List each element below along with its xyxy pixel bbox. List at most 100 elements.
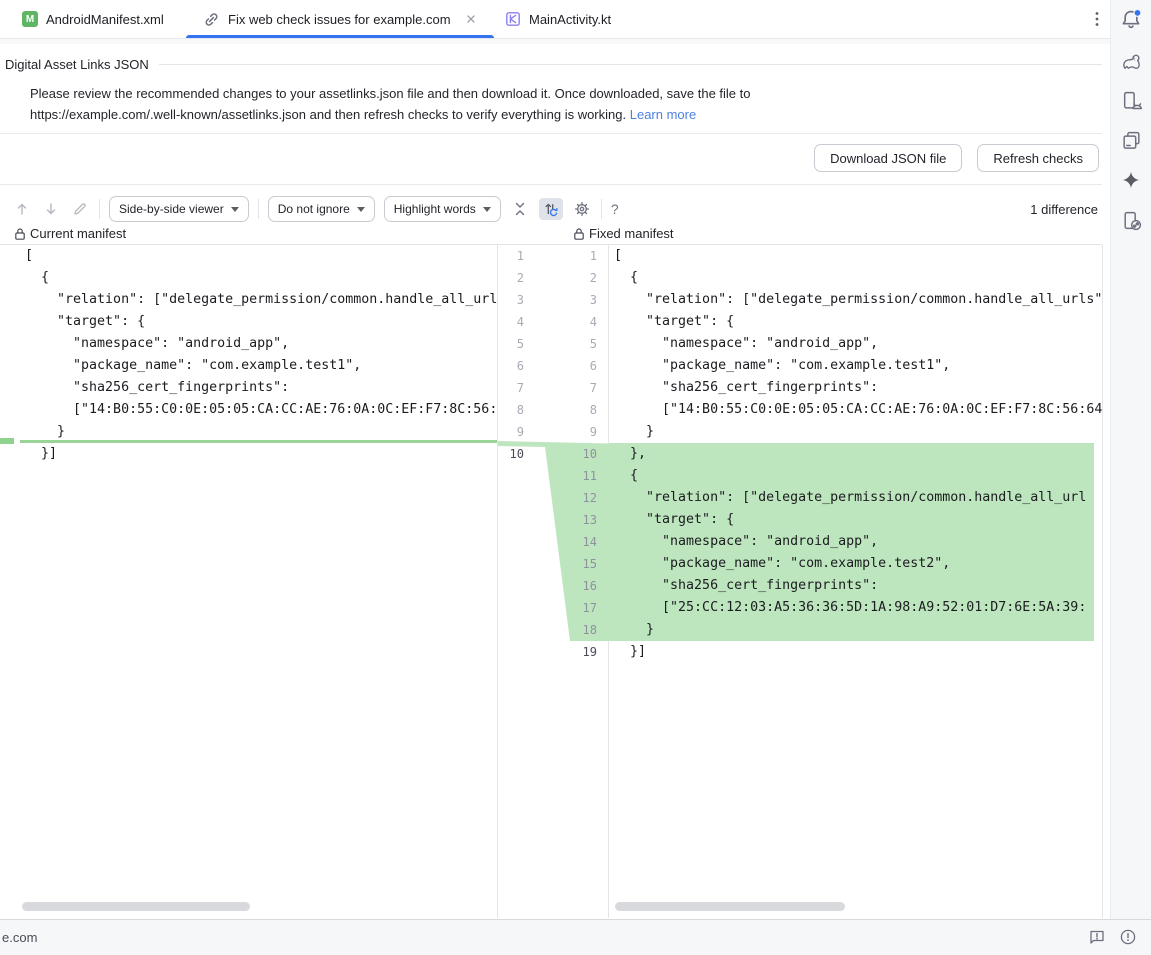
line-number: 9	[578, 421, 608, 443]
code-line: "target": {	[0, 311, 497, 333]
code-line: "namespace": "android_app",	[0, 333, 497, 355]
kotlin-file-icon	[505, 11, 521, 27]
line-number: 2	[498, 267, 531, 289]
code-line: "package_name": "com.example.test1",	[0, 355, 497, 377]
learn-more-link[interactable]: Learn more	[630, 107, 696, 122]
app-links-assistant-icon[interactable]	[1119, 208, 1143, 232]
next-difference-icon[interactable]	[41, 199, 61, 219]
tab-label: MainActivity.kt	[529, 12, 611, 27]
tab-options-kebab-icon[interactable]	[1089, 10, 1105, 28]
refresh-checks-button[interactable]: Refresh checks	[977, 144, 1099, 172]
code-line: [	[609, 245, 1102, 267]
code-line: "package_name": "com.example.test1",	[609, 355, 1102, 377]
notifications-alert-icon[interactable]	[1119, 928, 1137, 946]
instructions-line2: https://example.com/.well-known/assetlin…	[30, 107, 626, 122]
running-devices-icon[interactable]	[1119, 128, 1143, 152]
code-line: }	[609, 421, 1102, 443]
code-line: "sha256_cert_fingerprints":	[609, 575, 1102, 597]
instructions-text: Please review the recommended changes to…	[30, 83, 750, 125]
code-line: "target": {	[609, 509, 1102, 531]
section-rule	[159, 64, 1102, 65]
tab-fix-web-check[interactable]: Fix web check issues for example.com	[186, 0, 494, 38]
right-editor-pane[interactable]: [ { "relation": ["delegate_permission/co…	[608, 245, 1103, 918]
line-number: 7	[578, 377, 608, 399]
editor-tab-bar: M AndroidManifest.xml Fix web check issu…	[0, 0, 1110, 39]
code-line: "sha256_cert_fingerprints":	[609, 377, 1102, 399]
device-manager-icon[interactable]	[1119, 88, 1143, 112]
code-line: }]	[0, 443, 497, 465]
right-horizontal-scrollbar[interactable]	[615, 902, 845, 911]
right-pane-title-text: Fixed manifest	[589, 226, 674, 241]
download-json-button[interactable]: Download JSON file	[814, 144, 962, 172]
android-studio-window: M AndroidManifest.xml Fix web check issu…	[0, 0, 1151, 955]
code-line: }	[609, 619, 1102, 641]
tab-mainactivity[interactable]: MainActivity.kt	[505, 0, 611, 38]
line-number: 19	[578, 641, 608, 663]
tab-label: AndroidManifest.xml	[46, 12, 164, 27]
highlight-policy-select[interactable]: Highlight words	[384, 196, 501, 222]
gradle-elephant-icon[interactable]	[1119, 51, 1143, 75]
line-number: 17	[578, 597, 608, 619]
code-line: "relation": ["delegate_permission/common…	[609, 487, 1102, 509]
code-line: "package_name": "com.example.test2",	[609, 553, 1102, 575]
notifications-bell-icon[interactable]	[1119, 7, 1143, 31]
main-area: M AndroidManifest.xml Fix web check issu…	[0, 0, 1110, 955]
insertion-marker-dash	[0, 438, 14, 444]
left-editor-pane[interactable]: [ { "relation": ["delegate_permission/co…	[0, 245, 497, 918]
line-number: 16	[578, 575, 608, 597]
code-line: "relation": ["delegate_permission/common…	[0, 289, 497, 311]
toolbar-separator	[258, 199, 259, 219]
code-line: ["14:B0:55:C0:0E:05:05:CA:CC:AE:76:0A:0C…	[0, 399, 497, 421]
link-icon	[203, 11, 220, 28]
gemini-sparkle-icon[interactable]	[1119, 168, 1143, 192]
close-icon[interactable]	[465, 13, 477, 25]
highlight-policy-value: Highlight words	[394, 202, 476, 216]
diff-viewer: [ { "relation": ["delegate_permission/co…	[0, 245, 1110, 918]
tab-androidmanifest[interactable]: M AndroidManifest.xml	[22, 0, 164, 38]
code-line: }]	[609, 641, 1102, 663]
left-horizontal-scrollbar[interactable]	[22, 902, 250, 911]
difference-count: 1 difference	[1030, 202, 1098, 217]
insertion-marker-line	[20, 440, 497, 443]
chevron-down-icon	[483, 207, 491, 212]
lock-icon	[14, 227, 26, 241]
line-number: 1	[498, 245, 531, 267]
code-line: "relation": ["delegate_permission/common…	[609, 289, 1102, 311]
code-line: "sha256_cert_fingerprints":	[0, 377, 497, 399]
event-log-bubble-icon[interactable]	[1088, 928, 1106, 946]
left-pane-title-text: Current manifest	[30, 226, 126, 241]
line-number: 6	[498, 355, 531, 377]
line-number: 9	[498, 421, 531, 443]
right-gutter: 12345678910111213141516171819	[578, 245, 608, 918]
line-number: 5	[578, 333, 608, 355]
line-number: 15	[578, 553, 608, 575]
synchronize-scrolling-icon[interactable]	[539, 198, 563, 220]
page-title: Digital Asset Links JSON	[5, 57, 149, 72]
left-code-lines: [ { "relation": ["delegate_permission/co…	[0, 245, 497, 465]
previous-difference-icon[interactable]	[12, 199, 32, 219]
section-header: Digital Asset Links JSON	[5, 57, 1102, 72]
help-icon[interactable]: ?	[611, 201, 619, 217]
code-line: ["25:CC:12:03:A5:36:36:5D:1A:98:A9:52:01…	[609, 597, 1102, 619]
diff-settings-gear-icon[interactable]	[572, 199, 592, 219]
code-line: {	[609, 465, 1102, 487]
viewer-mode-value: Side-by-side viewer	[119, 202, 224, 216]
edit-pencil-icon[interactable]	[70, 199, 90, 219]
lock-icon	[573, 227, 585, 241]
line-number: 2	[578, 267, 608, 289]
line-number: 4	[498, 311, 531, 333]
ignore-policy-select[interactable]: Do not ignore	[268, 196, 375, 222]
diff-pane-titles: Current manifest Fixed manifest	[0, 226, 1102, 244]
separator	[0, 184, 1102, 185]
left-gutter: 12345678910	[497, 245, 531, 918]
line-number: 8	[498, 399, 531, 421]
instructions-line1: Please review the recommended changes to…	[30, 86, 750, 101]
code-line: "target": {	[609, 311, 1102, 333]
code-line: ["14:B0:55:C0:0E:05:05:CA:CC:AE:76:0A:0C…	[609, 399, 1102, 421]
status-bar-text: e.com	[2, 920, 37, 955]
action-buttons: Download JSON file Refresh checks	[814, 144, 1099, 172]
viewer-mode-select[interactable]: Side-by-side viewer	[109, 196, 249, 222]
separator	[0, 133, 1102, 134]
manifest-file-icon: M	[22, 11, 38, 27]
collapse-unchanged-icon[interactable]	[510, 199, 530, 219]
